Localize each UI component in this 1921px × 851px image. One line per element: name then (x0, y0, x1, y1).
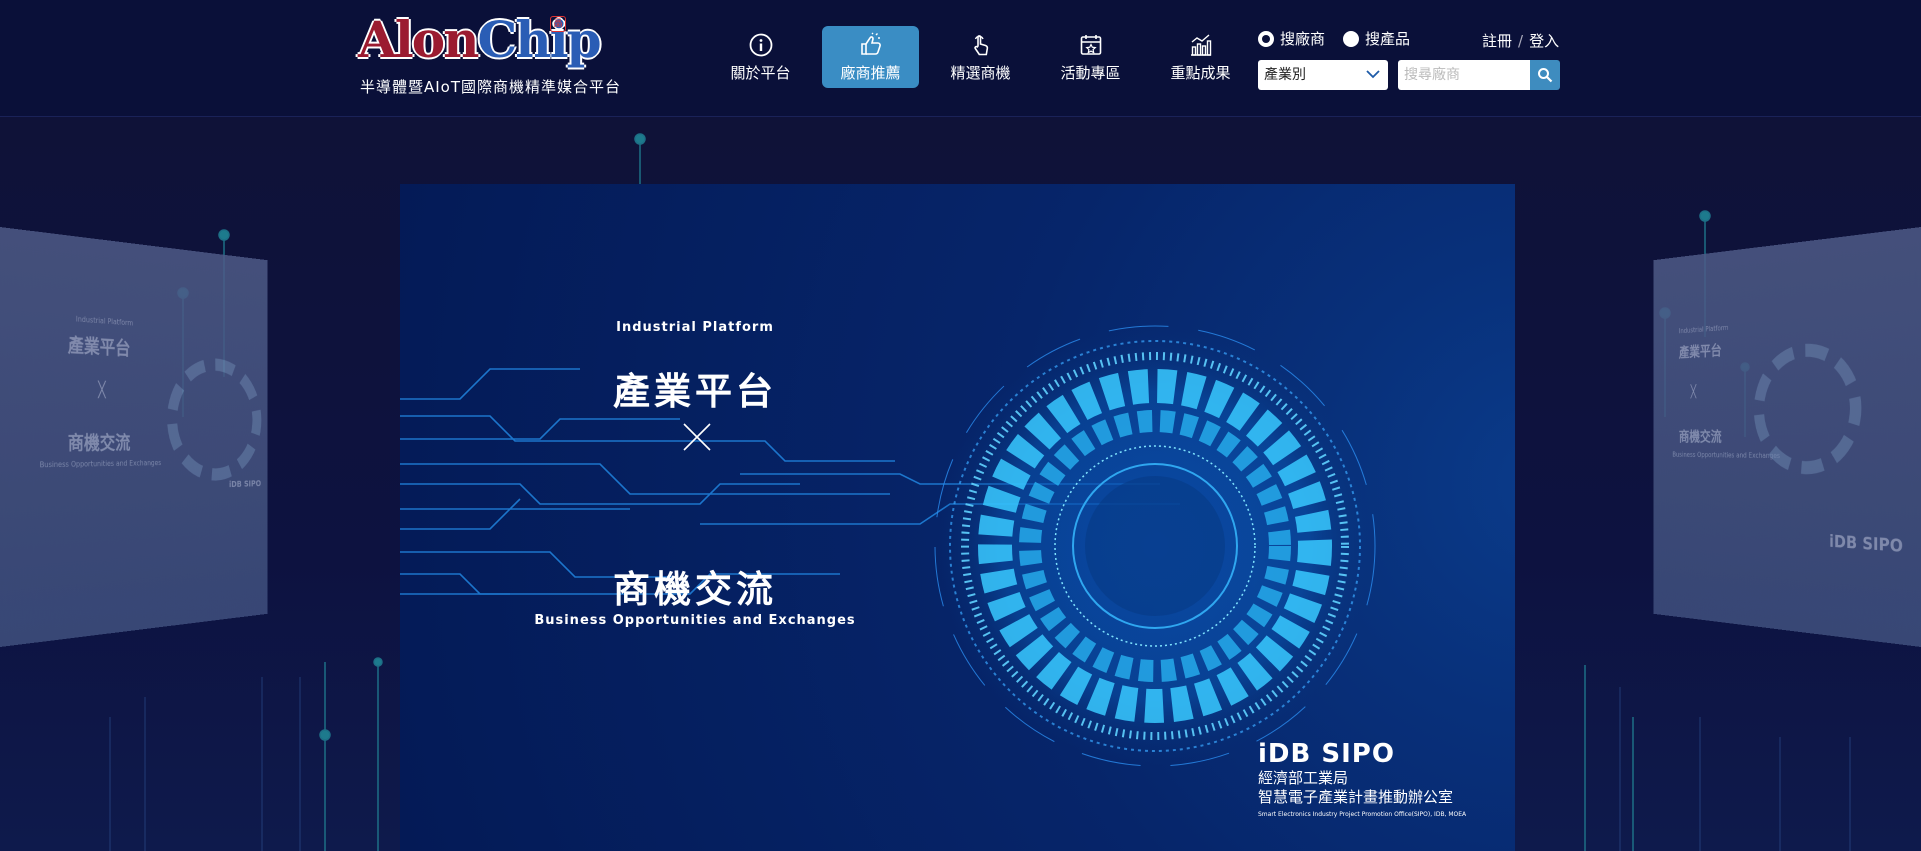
hero-banner[interactable]: Industrial Platform 產業平台 商機交流 Business O… (400, 184, 1515, 851)
auth-links: 註冊 / 登入 (1482, 30, 1559, 51)
nav-item-about[interactable]: 關於平台 (712, 26, 809, 88)
side-en-top: Industrial Platform (1678, 323, 1729, 336)
register-link[interactable]: 註冊 (1482, 32, 1512, 50)
carousel-slide-prev[interactable]: Industrial Platform 產業平台 ╳ 商機交流 Business… (0, 227, 268, 647)
hero-carousel: Industrial Platform 產業平台 ╳ 商機交流 Business… (0, 117, 1921, 851)
nav-label: 重點成果 (1170, 63, 1231, 82)
cross-mark-icon (683, 423, 711, 451)
radio-label-product[interactable]: 搜產品 (1365, 28, 1410, 49)
search-input[interactable] (1398, 60, 1530, 90)
search-button[interactable] (1530, 60, 1560, 90)
site-header: AlonChip 晶 半導體暨AIoT國際商機精準媒合平台 關於平台 廠商推薦 (0, 0, 1921, 117)
side-tech-ring (167, 355, 262, 483)
organizer-line-1: 經濟部工業局 (1258, 769, 1349, 787)
side-cross-mark: ╳ (1690, 384, 1697, 399)
tap-hand-icon (973, 34, 988, 55)
side-en-bottom: Business Opportunities and Exchanges (39, 458, 162, 470)
side-title-1: 產業平台 (1678, 341, 1722, 361)
idb-sipo-logo: iDB SIPO (1258, 739, 1395, 769)
side-en-bottom: Business Opportunities and Exchanges (1672, 450, 1781, 460)
side-org-logo: iDB SIPO (1829, 531, 1903, 557)
side-title-2: 商機交流 (1678, 428, 1722, 445)
auth-separator: / (1518, 32, 1524, 50)
thumbs-up-icon (860, 32, 881, 55)
logo-part-chip: Chip (477, 10, 602, 69)
logo-badge: 晶 (550, 16, 566, 32)
chevron-down-icon (1366, 60, 1380, 90)
banner-subtitle-en-top: Industrial Platform (616, 320, 774, 335)
carousel-slide-next[interactable]: Industrial Platform 產業平台 ╳ 商機交流 Business… (1653, 227, 1921, 647)
info-icon (749, 33, 772, 56)
nav-label: 活動專區 (1060, 63, 1121, 82)
radio-search-vendor[interactable] (1258, 30, 1274, 47)
main-nav: 關於平台 廠商推薦 精選商機 活動專區 重點成果 (712, 26, 1262, 90)
banner-subtitle-en-bottom: Business Opportunities and Exchanges (534, 613, 856, 628)
side-org-logo: iDB SIPO (229, 479, 262, 490)
side-en-top: Industrial Platform (75, 314, 134, 328)
nav-item-vendor-recommend[interactable]: 廠商推薦 (822, 26, 919, 88)
site-logo[interactable]: AlonChip 晶 (358, 10, 602, 72)
side-tech-ring (1753, 340, 1862, 476)
side-title-2: 商機交流 (67, 431, 131, 455)
calendar-star-icon (1080, 34, 1101, 55)
banner-title-business-exchange: 商機交流 (613, 568, 777, 611)
nav-item-events[interactable]: 活動專區 (1042, 26, 1139, 88)
side-cross-mark: ╳ (98, 380, 106, 399)
logo-part-alon: Alon (358, 10, 479, 69)
search-icon (1538, 68, 1553, 83)
search-area: 搜廠商 搜產品 註冊 / 登入 產業別 (1258, 26, 1560, 92)
organizer-en: Smart Electronics Industry Project Promo… (1258, 811, 1467, 818)
side-title-1: 產業平台 (67, 333, 131, 360)
nav-label: 關於平台 (730, 63, 791, 82)
login-link[interactable]: 登入 (1529, 32, 1559, 50)
nav-label: 精選商機 (950, 63, 1011, 82)
nav-item-results[interactable]: 重點成果 (1152, 26, 1249, 88)
category-select-value: 產業別 (1264, 67, 1306, 83)
radio-label-vendor[interactable]: 搜廠商 (1280, 28, 1325, 49)
organizer-block: iDB SIPO 經濟部工業局 智慧電子產業計畫推動辦公室 Smart Elec… (1258, 739, 1466, 818)
nav-label: 廠商推薦 (840, 63, 901, 82)
site-tagline: 半導體暨AIoT國際商機精準媒合平台 (360, 78, 622, 96)
category-select[interactable]: 產業別 (1258, 60, 1388, 90)
nav-item-featured-opportunities[interactable]: 精選商機 (932, 26, 1029, 88)
organizer-line-2: 智慧電子產業計畫推動辦公室 (1258, 788, 1454, 806)
banner-title-industrial-platform: 產業平台 (613, 370, 777, 413)
radio-search-product[interactable] (1343, 30, 1360, 47)
bar-chart-icon (1190, 33, 1211, 56)
logo-wordmark: AlonChip (358, 10, 602, 69)
search-type-radios: 搜廠商 搜產品 (1258, 28, 1428, 49)
